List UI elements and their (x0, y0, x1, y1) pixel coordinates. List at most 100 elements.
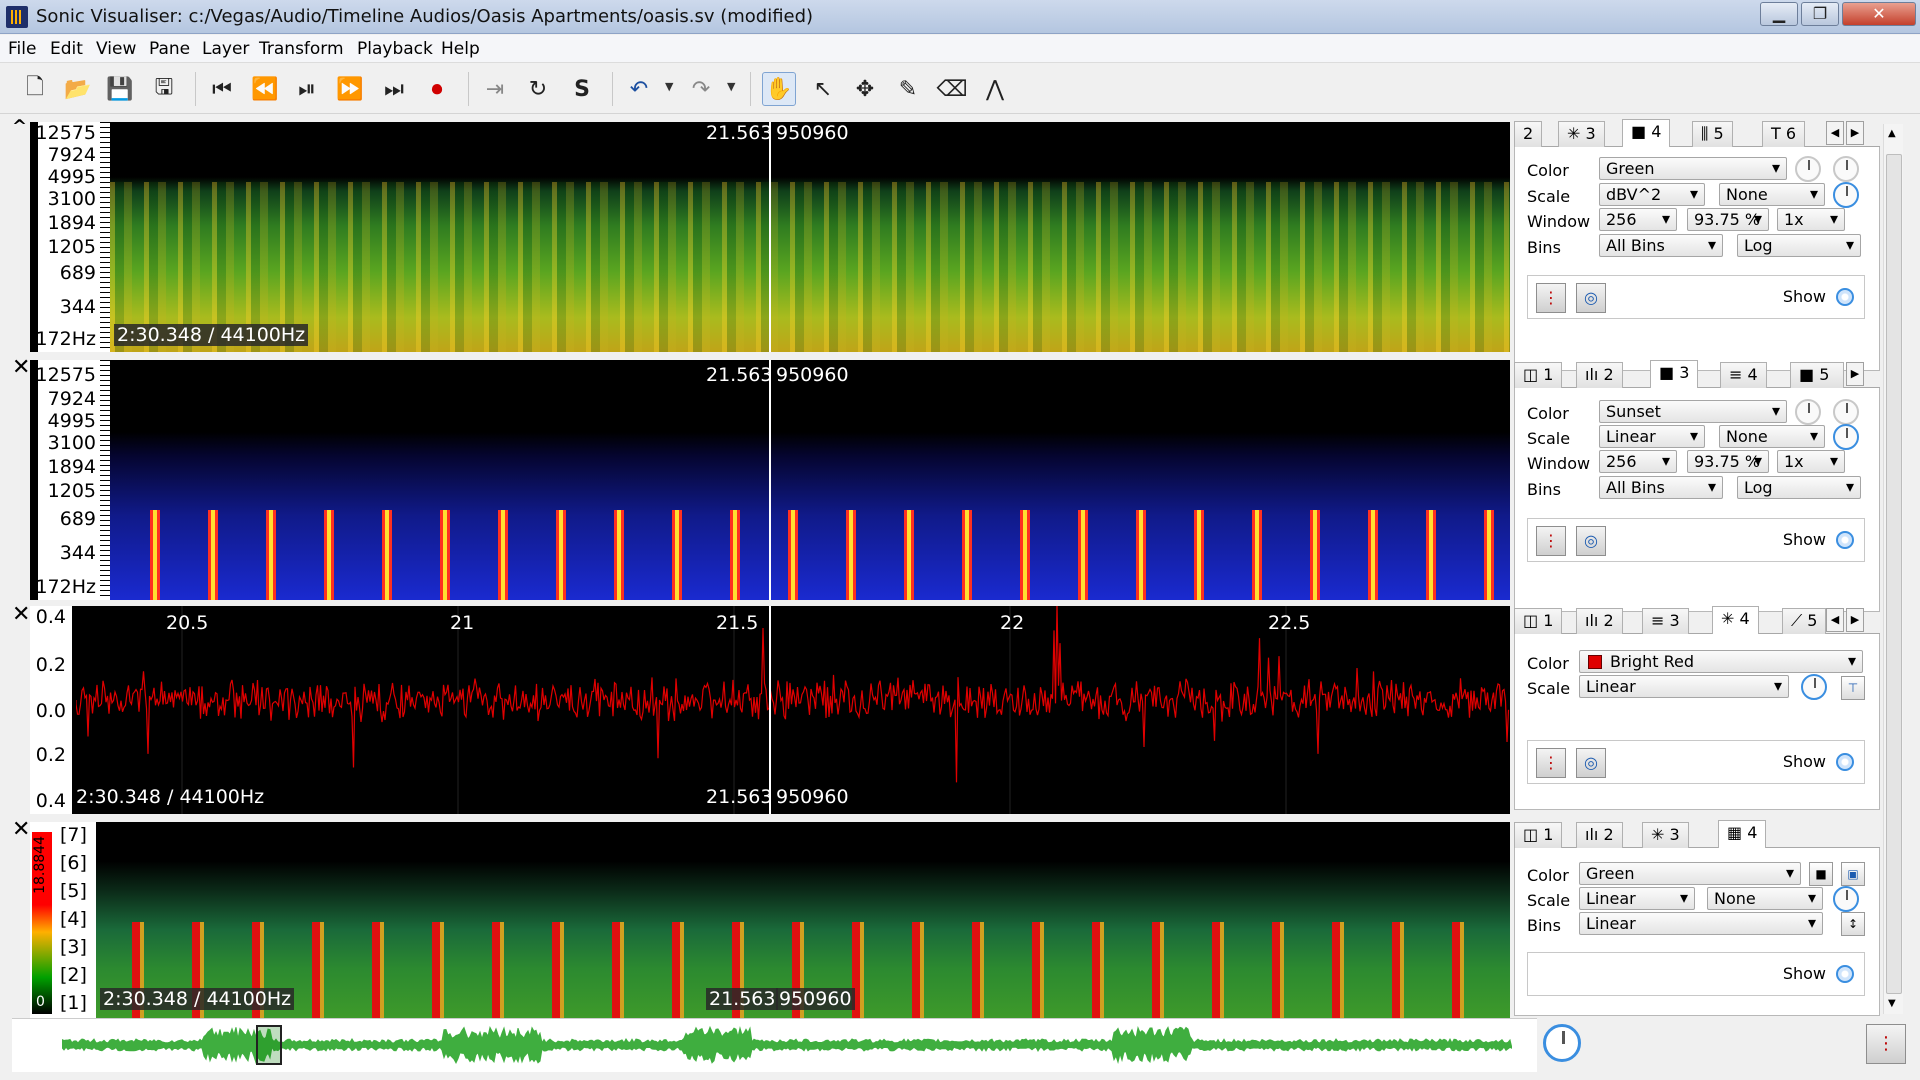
minimize-button[interactable]: ▁ (1760, 2, 1798, 26)
save-as-icon[interactable]: 🖫 (147, 72, 181, 106)
layer-tab-3[interactable]: ≡ 3 (1642, 608, 1689, 634)
show-toggle[interactable] (1836, 965, 1854, 983)
record-icon[interactable]: ⏺ (420, 72, 454, 106)
menu-layer[interactable]: Layer (202, 39, 249, 59)
play-layer-icon[interactable]: ⋮ (1536, 526, 1566, 556)
menu-edit[interactable]: Edit (50, 39, 83, 59)
window-zoom-combo[interactable]: 1x (1777, 450, 1845, 473)
gain-dial-icon[interactable] (1801, 674, 1827, 700)
menu-playback[interactable]: Playback (357, 39, 433, 59)
undo-icon[interactable]: ↶ (622, 72, 656, 106)
scale-combo[interactable]: dBV^2 (1599, 183, 1705, 206)
layer-tab-4[interactable]: ✳ 4 (1712, 606, 1759, 635)
window-overlap-combo[interactable]: 93.75 % (1687, 208, 1769, 231)
color-combo[interactable]: Green (1579, 862, 1801, 885)
scale-combo[interactable]: Linear (1579, 887, 1695, 910)
window-size-combo[interactable]: 256 (1599, 450, 1677, 473)
overview-viewport[interactable] (256, 1025, 282, 1065)
tab-scroll-right-icon[interactable]: ▶ (1846, 608, 1864, 632)
redo-dropdown-icon[interactable]: ▼ (727, 80, 735, 93)
layer-tab-6[interactable]: T 6 (1762, 121, 1806, 147)
navigate-hand-icon[interactable]: ✋ (762, 72, 796, 106)
waveform-pane[interactable]: 0.4 0.2 0.0 0.2 0.4 20.5 21 21.5 22 22.5… (30, 606, 1510, 814)
tab-scroll-right-icon[interactable]: ▶ (1846, 362, 1864, 386)
spectrogram-pane-green[interactable]: 12575 7924 4995 3100 1894 1205 689 344 1… (30, 122, 1510, 352)
bins-combo[interactable]: All Bins (1599, 476, 1723, 499)
color-combo[interactable]: Sunset (1599, 400, 1787, 423)
square-border-icon[interactable]: ▣ (1841, 862, 1865, 886)
play-pause-icon[interactable]: ⏯ (290, 72, 324, 106)
open-file-icon[interactable]: 📂 (61, 72, 95, 106)
close-pane-icon[interactable]: ✕ (12, 817, 30, 842)
dial-icon[interactable] (1795, 399, 1821, 425)
play-layer-icon[interactable]: ⋮ (1536, 748, 1566, 778)
scroll-up-icon[interactable]: ▲ (1888, 128, 1896, 139)
tab-scroll-left-icon[interactable]: ◀ (1826, 121, 1844, 145)
close-button[interactable]: ✕ (1842, 2, 1916, 26)
loop-icon[interactable]: ↻ (521, 72, 555, 106)
melodic-range-pane[interactable]: 18.8844 0 [7] [6] [5] [4] [3] [2] [1] 2:… (30, 822, 1510, 1018)
rewind-icon[interactable]: ⏪ (248, 72, 282, 106)
window-zoom-combo[interactable]: 1x (1777, 208, 1845, 231)
dial-icon[interactable] (1833, 156, 1859, 182)
layer-tab-2[interactable]: 2 (1514, 121, 1543, 147)
layer-settings-icon[interactable]: ◎ (1576, 526, 1606, 556)
normalize-combo[interactable]: None (1719, 183, 1825, 206)
color-combo[interactable]: Bright Red (1579, 650, 1863, 673)
new-file-icon[interactable]: 🗋 (18, 72, 52, 106)
undo-dropdown-icon[interactable]: ▼ (665, 80, 673, 93)
layer-tab-3[interactable]: ✳ 3 (1642, 822, 1689, 848)
menu-pane[interactable]: Pane (149, 39, 190, 59)
vertical-stretch-icon[interactable]: ↕ (1841, 912, 1865, 936)
layer-tab-4[interactable]: ■ 4 (1622, 119, 1671, 148)
draw-pencil-icon[interactable]: ✎ (891, 72, 925, 106)
show-toggle[interactable] (1836, 753, 1854, 771)
close-pane-icon[interactable]: ✕ (12, 602, 30, 627)
layer-tab-2[interactable]: ılı 2 (1576, 362, 1623, 388)
color-combo[interactable]: Green (1599, 157, 1787, 180)
layer-tab-4[interactable]: ▦ 4 (1718, 820, 1767, 849)
play-selection-icon[interactable]: ⇥ (478, 72, 512, 106)
scroll-down-icon[interactable]: ▼ (1888, 998, 1896, 1009)
erase-icon[interactable]: ⌫ (935, 72, 969, 106)
layer-settings-icon[interactable]: ◎ (1576, 748, 1606, 778)
bin-scale-combo[interactable]: Log (1737, 476, 1861, 499)
dial-icon[interactable] (1795, 156, 1821, 182)
save-icon[interactable]: 💾 (103, 72, 137, 106)
maximize-button[interactable]: ❐ (1801, 2, 1839, 26)
menu-view[interactable]: View (96, 39, 136, 59)
menu-file[interactable]: File (8, 39, 36, 59)
scale-combo[interactable]: Linear (1579, 675, 1789, 698)
dial-icon[interactable] (1833, 399, 1859, 425)
bins-combo[interactable]: All Bins (1599, 234, 1723, 257)
overview-strip[interactable] (12, 1018, 1537, 1072)
normalize-combo[interactable]: None (1707, 887, 1823, 910)
layer-tab-5[interactable]: ■ 5 (1790, 362, 1844, 388)
pane-collapse-icon[interactable]: ^ (12, 116, 27, 137)
show-toggle[interactable] (1836, 531, 1854, 549)
layer-tab-5[interactable]: ⟋ 5 (1782, 608, 1826, 634)
spectrogram-pane-sunset[interactable]: 12575 7924 4995 3100 1894 1205 689 344 1… (30, 360, 1510, 600)
fast-forward-end-icon[interactable]: ⏭ (377, 72, 411, 106)
merge-channels-icon[interactable]: ⊤ (1841, 676, 1865, 700)
layer-tab-3[interactable]: ■ 3 (1650, 360, 1699, 389)
play-layer-icon[interactable]: ⋮ (1536, 283, 1566, 313)
measure-icon[interactable]: ⋀ (978, 72, 1012, 106)
fast-forward-icon[interactable]: ⏩ (333, 72, 367, 106)
layer-tab-1[interactable]: ◫ 1 (1514, 822, 1563, 848)
close-pane-icon[interactable]: ✕ (12, 355, 30, 380)
menu-help[interactable]: Help (441, 39, 480, 59)
gain-dial-icon[interactable] (1833, 424, 1859, 450)
tab-scroll-right-icon[interactable]: ▶ (1846, 121, 1864, 145)
tab-scroll-left-icon[interactable]: ◀ (1826, 608, 1844, 632)
normalize-combo[interactable]: None (1719, 425, 1825, 448)
play-layer-icon[interactable]: ⋮ (1866, 1024, 1906, 1064)
layer-tab-3[interactable]: ✳ 3 (1558, 121, 1605, 147)
bins-combo[interactable]: Linear (1579, 912, 1823, 935)
square-fill-icon[interactable]: ■ (1809, 862, 1833, 886)
scroll-thumb[interactable] (1886, 154, 1902, 994)
move-icon[interactable]: ✥ (848, 72, 882, 106)
vertical-scrollbar[interactable]: ▲ ▼ (1883, 124, 1903, 1014)
redo-icon[interactable]: ↷ (684, 72, 718, 106)
layer-tab-1[interactable]: ◫ 1 (1514, 362, 1563, 388)
